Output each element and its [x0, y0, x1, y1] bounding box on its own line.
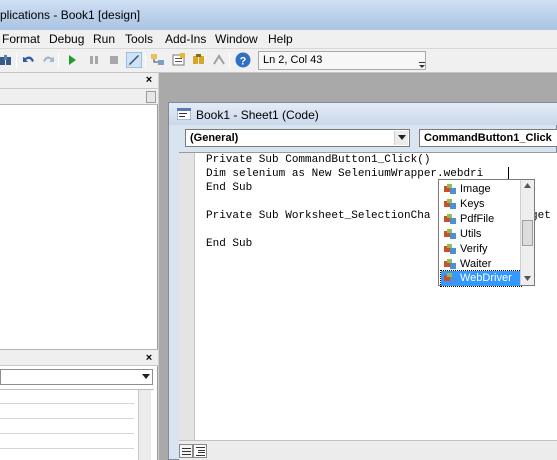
object-browser-icon[interactable]	[191, 52, 207, 68]
code-line: End Sub	[206, 238, 253, 250]
intellisense-item-webdriver[interactable]: WebDriver	[440, 270, 522, 287]
close-icon[interactable]: ×	[143, 352, 155, 364]
menu-format[interactable]: Format	[2, 32, 40, 46]
property-row[interactable]	[0, 390, 134, 404]
object-combo-value: (General)	[190, 132, 239, 144]
class-icon	[444, 199, 456, 209]
code-window-titlebar[interactable]: Book1 - Sheet1 (Code)	[169, 103, 557, 125]
procedure-view-button[interactable]	[179, 444, 193, 458]
intellisense-item-verify[interactable]: Verify	[441, 242, 521, 257]
project-explorer-icon[interactable]	[150, 52, 166, 68]
properties-panel: ×	[0, 349, 158, 460]
full-module-view-button[interactable]	[193, 444, 207, 458]
procedure-combo[interactable]: CommandButton1_Click	[419, 129, 557, 147]
project-explorer-panel: ×	[0, 73, 158, 349]
help-icon[interactable]: ?	[235, 52, 251, 68]
binoculars-icon[interactable]	[0, 52, 16, 68]
scroll-up-icon[interactable]	[524, 183, 531, 188]
project-explorer-toolbar	[0, 89, 158, 105]
code-line: Private Sub CommandButton1_Click()	[206, 154, 431, 166]
property-row[interactable]	[0, 435, 134, 449]
class-icon	[444, 214, 456, 224]
toolbar-options-icon[interactable]	[418, 55, 426, 69]
full-module-view-icon	[196, 447, 205, 456]
scroll-down-icon[interactable]	[524, 276, 531, 281]
menu-window[interactable]: Window	[215, 32, 258, 46]
intellisense-list[interactable]: Image Keys PdfFile Utils Verify Waiter W…	[438, 179, 535, 287]
intellisense-item-waiter[interactable]: Waiter	[441, 257, 521, 272]
menu-debug[interactable]: Debug	[49, 32, 84, 46]
run-icon[interactable]	[64, 52, 80, 68]
scroll-down-icon[interactable]	[146, 91, 156, 103]
code-line: End Sub	[206, 182, 253, 194]
class-icon	[444, 273, 456, 283]
properties-icon[interactable]	[171, 52, 187, 68]
cursor-position-text: Ln 2, Col 43	[263, 54, 323, 66]
properties-grid[interactable]	[0, 389, 154, 460]
class-icon	[444, 229, 456, 239]
object-combo[interactable]: (General)	[185, 129, 410, 147]
project-explorer-header: ×	[0, 73, 158, 89]
property-row[interactable]	[0, 420, 134, 434]
class-icon	[444, 184, 456, 194]
procedure-combo-value: CommandButton1_Click	[424, 132, 552, 144]
toolbar-separator	[145, 53, 146, 68]
standard-toolbar: ? Ln 2, Col 43	[0, 49, 557, 73]
property-row[interactable]	[0, 405, 134, 419]
redo-icon[interactable]	[40, 52, 56, 68]
break-icon[interactable]	[86, 52, 102, 68]
menu-add-ins[interactable]: Add-Ins	[165, 32, 206, 46]
menu-run[interactable]: Run	[93, 32, 115, 46]
intellisense-item-image[interactable]: Image	[441, 182, 521, 197]
toolbar-separator	[58, 53, 59, 68]
menu-help[interactable]: Help	[268, 32, 293, 46]
chevron-down-icon	[398, 135, 406, 140]
object-selector-combo[interactable]	[0, 369, 153, 385]
class-icon	[444, 244, 456, 254]
intellisense-item-pdffile[interactable]: PdfFile	[441, 212, 521, 227]
reset-icon[interactable]	[106, 52, 122, 68]
close-icon[interactable]: ×	[143, 74, 155, 86]
menu-bar: Format Debug Run Tools Add-Ins Window He…	[0, 30, 557, 49]
window-title: plications - Book1 [design]	[0, 8, 141, 22]
cursor-position-readout: Ln 2, Col 43	[258, 51, 426, 70]
code-window-icon	[177, 108, 191, 120]
intellisense-scrollbar[interactable]	[520, 180, 534, 285]
menu-tools[interactable]: Tools	[125, 32, 153, 46]
toolbar-separator	[16, 53, 17, 68]
editor-margin	[179, 153, 195, 441]
code-line: Private Sub Worksheet_SelectionCha	[206, 210, 431, 222]
object-combo-dropdown[interactable]	[394, 131, 408, 145]
design-mode-icon[interactable]	[126, 52, 142, 68]
scrollbar-thumb[interactable]	[522, 220, 533, 246]
code-window-title: Book1 - Sheet1 (Code)	[196, 108, 319, 122]
properties-header: ×	[0, 349, 158, 366]
intellisense-item-utils[interactable]: Utils	[441, 227, 521, 242]
chevron-down-icon[interactable]	[142, 374, 150, 380]
svg-text:?: ?	[240, 56, 247, 68]
properties-scrollbar[interactable]	[138, 390, 151, 460]
toolbox-icon[interactable]	[211, 52, 227, 68]
procedure-view-icon	[182, 448, 191, 455]
undo-icon[interactable]	[21, 52, 37, 68]
intellisense-item-keys[interactable]: Keys	[441, 197, 521, 212]
code-view-bar	[179, 440, 557, 460]
class-icon	[444, 259, 456, 269]
title-bar: plications - Book1 [design]	[0, 0, 557, 30]
toolbar-separator	[229, 53, 230, 68]
